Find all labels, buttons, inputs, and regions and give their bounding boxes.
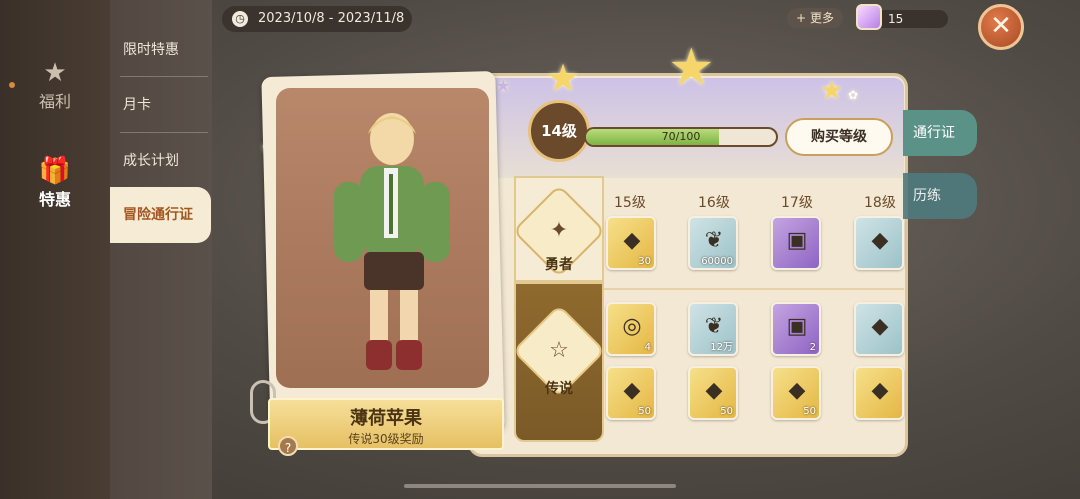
crystal-icon: ◆ [788, 378, 806, 403]
star-icon: ★ [546, 56, 581, 100]
sidebar-item-welfare[interactable]: ★ 福利 [0, 58, 110, 112]
sidebar-item-label: 特惠 [38, 190, 71, 209]
character-name: 薄荷苹果 [350, 408, 422, 429]
ticket-icon: ▣ [786, 314, 808, 339]
character-subtitle: 传说30级奖励 [348, 432, 424, 446]
close-button[interactable]: ✕ [978, 4, 1024, 50]
tab-label: 历练 [913, 188, 941, 204]
gem-icon [856, 4, 882, 30]
star-emblem-icon: ☆ [549, 338, 569, 363]
level-column-label: 16级 [698, 195, 730, 211]
level-column-label: 15级 [614, 195, 646, 211]
reward-tile[interactable]: ▣ [771, 216, 821, 270]
tab-pass[interactable]: 通行证 [903, 110, 977, 156]
more-label: 更多 [809, 11, 834, 25]
track-label-legend: 传说 [545, 381, 573, 397]
reward-tile[interactable]: ◆ 50 [688, 366, 738, 420]
sidebar-item-label: 福利 [38, 92, 71, 111]
reward-count: 30 [638, 256, 651, 267]
crystal-icon: ◆ [705, 378, 723, 403]
tab-label: 通行证 [913, 125, 955, 141]
star-icon: ★ [820, 76, 844, 106]
reward-count: 50 [638, 406, 651, 417]
submenu-item-limited-deals[interactable]: 限时特惠 [110, 22, 212, 78]
star-icon: ★ [43, 58, 67, 88]
star-icon: ★ [496, 76, 511, 95]
reward-tile[interactable]: ◆ [854, 302, 904, 356]
reward-tile[interactable]: ❦ 12万 [688, 302, 738, 356]
reward-tile[interactable]: ◆ [854, 366, 904, 420]
reward-tile[interactable]: ◆ 30 [606, 216, 656, 270]
help-icon[interactable]: ? [278, 436, 298, 456]
reward-count: 60000 [701, 256, 733, 267]
clock-icon: ◷ [232, 11, 248, 27]
level-label: 14级 [541, 122, 577, 140]
event-date-range: ◷ 2023/10/8 - 2023/11/8 [222, 6, 412, 32]
submenu-item-adventure-pass[interactable]: 冒险通行证 [110, 187, 211, 243]
star-icon: ★ [668, 38, 715, 98]
crystal-icon: ◆ [623, 378, 641, 403]
currency-amount: 15 [888, 12, 904, 26]
more-button[interactable]: + 更多 [787, 8, 843, 28]
reward-count: 2 [809, 342, 816, 353]
reward-count: 4 [644, 342, 651, 353]
level-column-label: 18级 [864, 195, 896, 211]
buy-level-label: 购买等级 [811, 129, 867, 145]
character-name-banner: 薄荷苹果 传说30级奖励 [268, 398, 504, 450]
compass-icon: ✦ [549, 218, 569, 243]
crystal-icon: ◆ [871, 378, 889, 403]
reward-tile[interactable]: ◆ 50 [606, 366, 656, 420]
sidebar-item-deals[interactable]: 🎁 特惠 [0, 156, 110, 210]
leaf-icon: ❦ [704, 228, 724, 253]
track-label-hero: 勇者 [545, 257, 573, 273]
reward-tile[interactable]: ▣ 2 [771, 302, 821, 356]
level-column-label: 17级 [781, 195, 813, 211]
main-sidebar: ★ 福利 🎁 特惠 [0, 0, 110, 499]
close-icon: ✕ [990, 11, 1012, 41]
reward-tile[interactable]: ❦ 60000 [688, 216, 738, 270]
submenu-item-growth-plan[interactable]: 成长计划 [110, 133, 212, 189]
crystal-icon: ◆ [871, 228, 889, 253]
reward-tile[interactable]: ◎ 4 [606, 302, 656, 356]
divider [604, 288, 904, 290]
xp-progress-bar: 70/100 [584, 127, 778, 147]
plus-icon: + [796, 11, 807, 25]
level-badge: 14级 [528, 100, 590, 162]
crystal-icon: ◆ [623, 228, 641, 253]
gift-icon: 🎁 [38, 156, 72, 186]
date-range-text: 2023/10/8 - 2023/11/8 [258, 11, 405, 26]
reward-count: 50 [803, 406, 816, 417]
buy-level-button[interactable]: 购买等级 [785, 118, 893, 156]
submenu: 限时特惠 月卡 成长计划 冒险通行证 [110, 0, 212, 499]
home-indicator [404, 484, 676, 488]
character-illustration [334, 113, 450, 370]
reward-tile[interactable]: ◆ 50 [771, 366, 821, 420]
reward-count: 50 [720, 406, 733, 417]
reward-count: 12万 [710, 342, 733, 353]
ticket-icon: ▣ [786, 228, 808, 253]
flower-icon: ✿ [848, 88, 859, 102]
xp-text: 70/100 [661, 130, 701, 143]
reward-tile[interactable]: ◆ [854, 216, 904, 270]
submenu-item-monthly-card[interactable]: 月卡 [110, 77, 212, 133]
tab-training[interactable]: 历练 [903, 173, 977, 219]
crystal-icon: ◆ [871, 314, 889, 339]
shell-icon: ◎ [622, 314, 642, 339]
